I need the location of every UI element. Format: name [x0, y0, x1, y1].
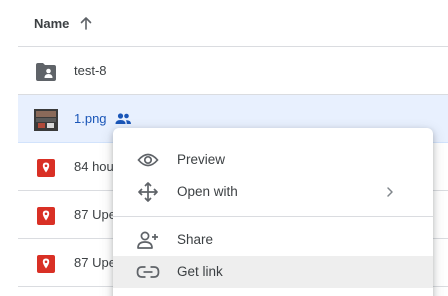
list-header: Name: [18, 0, 448, 47]
file-name: 87 Upe: [74, 207, 116, 222]
file-name: 87 Upe: [74, 255, 116, 270]
map-pin-icon: [34, 252, 58, 276]
arrow-up-icon[interactable]: [79, 16, 93, 30]
menu-item-label: Get link: [177, 264, 223, 279]
menu-item-share[interactable]: Share: [113, 224, 433, 256]
move-arrows-icon: [136, 181, 160, 203]
shared-folder-icon: [34, 60, 58, 84]
context-menu: Preview Open with Share Get link: [113, 128, 433, 296]
name-column-header[interactable]: Name: [34, 16, 69, 31]
menu-item-label: Share: [177, 232, 214, 247]
menu-item-get-link[interactable]: Get link: [113, 256, 433, 288]
chevron-right-icon: [383, 185, 397, 199]
person-add-icon: [136, 229, 160, 251]
file-name: 84 hou: [74, 159, 114, 174]
image-thumbnail-icon: [34, 108, 58, 132]
link-icon: [136, 261, 160, 283]
menu-divider: [113, 216, 433, 217]
menu-item-label: Open with: [177, 184, 238, 199]
eye-icon: [136, 149, 160, 171]
menu-item-open-with[interactable]: Open with: [113, 176, 433, 208]
table-row[interactable]: test-8: [18, 47, 448, 95]
menu-item-label: Preview: [177, 152, 226, 167]
file-name: 1.png: [74, 111, 107, 126]
menu-item-preview[interactable]: Preview: [113, 144, 433, 176]
file-name: test-8: [74, 63, 107, 78]
map-pin-icon: [34, 204, 58, 228]
map-pin-icon: [34, 156, 58, 180]
shared-people-icon: [114, 110, 132, 128]
